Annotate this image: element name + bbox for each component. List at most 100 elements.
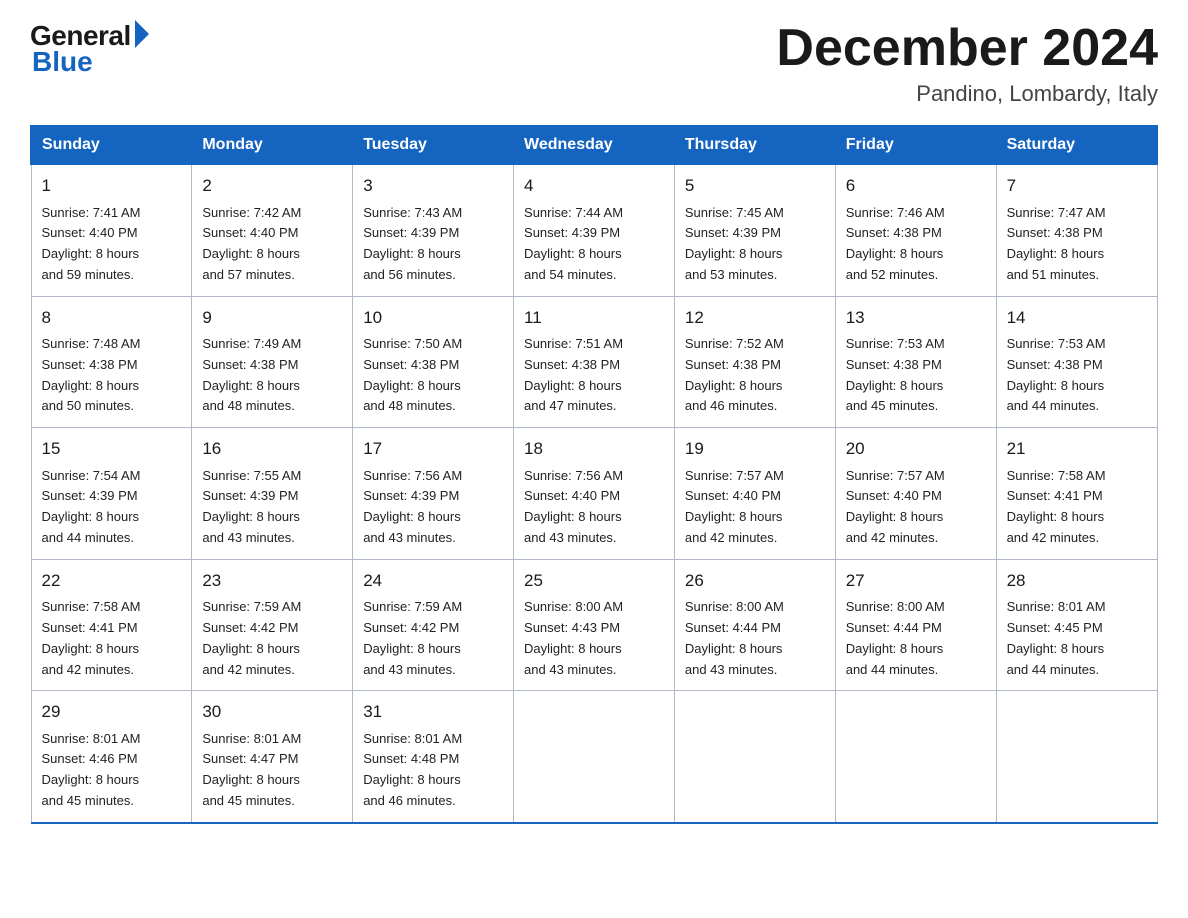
header-cell-monday: Monday [192,126,353,165]
day-number: 9 [202,305,342,331]
day-info: Sunrise: 8:01 AMSunset: 4:48 PMDaylight:… [363,729,503,812]
calendar-cell: 14Sunrise: 7:53 AMSunset: 4:38 PMDayligh… [996,296,1157,428]
calendar-body: 1Sunrise: 7:41 AMSunset: 4:40 PMDaylight… [31,165,1157,823]
week-row-2: 8 Sunrise: 7:48 AMSunset: 4:38 PMDaylight… [31,296,1157,428]
day-number: 24 [363,568,503,594]
month-title: December 2024 [776,20,1158,77]
calendar-cell: 2 Sunrise: 7:42 AMSunset: 4:40 PMDaylight… [192,165,353,297]
calendar-cell: 6 Sunrise: 7:46 AMSunset: 4:38 PMDaylight… [835,165,996,297]
day-info: Sunrise: 7:46 AMSunset: 4:38 PMDaylight:… [846,203,986,286]
calendar-cell: 18 Sunrise: 7:56 AMSunset: 4:40 PMDayligh… [514,428,675,560]
calendar-cell: 12 Sunrise: 7:52 AMSunset: 4:38 PMDayligh… [674,296,835,428]
header-cell-thursday: Thursday [674,126,835,165]
calendar-cell [674,691,835,823]
day-info: Sunrise: 8:00 AMSunset: 4:44 PMDaylight:… [846,597,986,680]
calendar-cell: 19Sunrise: 7:57 AMSunset: 4:40 PMDayligh… [674,428,835,560]
calendar-cell: 30 Sunrise: 8:01 AMSunset: 4:47 PMDayligh… [192,691,353,823]
day-number: 5 [685,173,825,199]
day-info: Sunrise: 7:44 AMSunset: 4:39 PMDaylight:… [524,203,664,286]
day-number: 30 [202,699,342,725]
calendar-cell: 17 Sunrise: 7:56 AMSunset: 4:39 PMDayligh… [353,428,514,560]
day-number: 22 [42,568,182,594]
calendar-cell: 15 Sunrise: 7:54 AMSunset: 4:39 PMDayligh… [31,428,192,560]
day-info: Sunrise: 7:59 AMSunset: 4:42 PMDaylight:… [202,597,342,680]
day-info: Sunrise: 7:48 AMSunset: 4:38 PMDaylight:… [42,334,182,417]
location-title: Pandino, Lombardy, Italy [776,81,1158,107]
day-number: 2 [202,173,342,199]
day-number: 18 [524,436,664,462]
day-info: Sunrise: 7:47 AMSunset: 4:38 PMDaylight:… [1007,203,1147,286]
day-info: Sunrise: 7:51 AMSunset: 4:38 PMDaylight:… [524,334,664,417]
header-cell-wednesday: Wednesday [514,126,675,165]
week-row-1: 1Sunrise: 7:41 AMSunset: 4:40 PMDaylight… [31,165,1157,297]
calendar-cell [514,691,675,823]
day-number: 8 [42,305,182,331]
day-number: 3 [363,173,503,199]
day-info: Sunrise: 7:54 AMSunset: 4:39 PMDaylight:… [42,466,182,549]
day-info: Sunrise: 7:57 AMSunset: 4:40 PMDaylight:… [846,466,986,549]
calendar-cell: 7 Sunrise: 7:47 AMSunset: 4:38 PMDaylight… [996,165,1157,297]
logo-arrow-icon [135,20,149,48]
calendar-cell: 11 Sunrise: 7:51 AMSunset: 4:38 PMDayligh… [514,296,675,428]
calendar-cell: 25 Sunrise: 8:00 AMSunset: 4:43 PMDayligh… [514,559,675,691]
day-info: Sunrise: 7:43 AMSunset: 4:39 PMDaylight:… [363,203,503,286]
calendar-cell [835,691,996,823]
calendar-cell: 22 Sunrise: 7:58 AMSunset: 4:41 PMDayligh… [31,559,192,691]
calendar-cell: 28 Sunrise: 8:01 AMSunset: 4:45 PMDayligh… [996,559,1157,691]
calendar-cell: 13Sunrise: 7:53 AMSunset: 4:38 PMDayligh… [835,296,996,428]
logo-blue-text: Blue [32,46,93,78]
day-number: 29 [42,699,182,725]
day-number: 15 [42,436,182,462]
day-info: Sunrise: 7:49 AMSunset: 4:38 PMDaylight:… [202,334,342,417]
header-cell-friday: Friday [835,126,996,165]
calendar-cell [996,691,1157,823]
day-info: Sunrise: 7:45 AMSunset: 4:39 PMDaylight:… [685,203,825,286]
calendar-table: SundayMondayTuesdayWednesdayThursdayFrid… [30,125,1158,824]
calendar-cell: 29 Sunrise: 8:01 AMSunset: 4:46 PMDayligh… [31,691,192,823]
day-info: Sunrise: 7:42 AMSunset: 4:40 PMDaylight:… [202,203,342,286]
day-info: Sunrise: 7:56 AMSunset: 4:39 PMDaylight:… [363,466,503,549]
day-number: 16 [202,436,342,462]
header-cell-tuesday: Tuesday [353,126,514,165]
day-number: 28 [1007,568,1147,594]
calendar-cell: 8 Sunrise: 7:48 AMSunset: 4:38 PMDaylight… [31,296,192,428]
day-number: 17 [363,436,503,462]
day-number: 14 [1007,305,1147,331]
day-number: 7 [1007,173,1147,199]
day-info: Sunrise: 7:50 AMSunset: 4:38 PMDaylight:… [363,334,503,417]
day-number: 19 [685,436,825,462]
day-info: Sunrise: 7:58 AMSunset: 4:41 PMDaylight:… [1007,466,1147,549]
calendar-cell: 21Sunrise: 7:58 AMSunset: 4:41 PMDayligh… [996,428,1157,560]
day-info: Sunrise: 7:55 AMSunset: 4:39 PMDaylight:… [202,466,342,549]
day-info: Sunrise: 8:00 AMSunset: 4:43 PMDaylight:… [524,597,664,680]
logo: General Blue [30,20,149,78]
day-number: 6 [846,173,986,199]
calendar-cell: 4 Sunrise: 7:44 AMSunset: 4:39 PMDaylight… [514,165,675,297]
day-info: Sunrise: 7:41 AMSunset: 4:40 PMDaylight:… [42,203,182,286]
day-info: Sunrise: 7:56 AMSunset: 4:40 PMDaylight:… [524,466,664,549]
calendar-cell: 26Sunrise: 8:00 AMSunset: 4:44 PMDayligh… [674,559,835,691]
day-number: 27 [846,568,986,594]
calendar-cell: 24 Sunrise: 7:59 AMSunset: 4:42 PMDayligh… [353,559,514,691]
day-number: 25 [524,568,664,594]
page-header: General Blue December 2024 Pandino, Lomb… [30,20,1158,107]
day-info: Sunrise: 7:58 AMSunset: 4:41 PMDaylight:… [42,597,182,680]
day-number: 23 [202,568,342,594]
day-info: Sunrise: 7:59 AMSunset: 4:42 PMDaylight:… [363,597,503,680]
day-number: 12 [685,305,825,331]
day-number: 10 [363,305,503,331]
day-number: 11 [524,305,664,331]
header-cell-sunday: Sunday [31,126,192,165]
day-info: Sunrise: 7:52 AMSunset: 4:38 PMDaylight:… [685,334,825,417]
calendar-cell: 23 Sunrise: 7:59 AMSunset: 4:42 PMDayligh… [192,559,353,691]
week-row-3: 15 Sunrise: 7:54 AMSunset: 4:39 PMDayligh… [31,428,1157,560]
header-cell-saturday: Saturday [996,126,1157,165]
calendar-cell: 1Sunrise: 7:41 AMSunset: 4:40 PMDaylight… [31,165,192,297]
week-row-5: 29 Sunrise: 8:01 AMSunset: 4:46 PMDayligh… [31,691,1157,823]
calendar-header: SundayMondayTuesdayWednesdayThursdayFrid… [31,126,1157,165]
day-number: 4 [524,173,664,199]
day-info: Sunrise: 8:01 AMSunset: 4:46 PMDaylight:… [42,729,182,812]
day-info: Sunrise: 8:01 AMSunset: 4:45 PMDaylight:… [1007,597,1147,680]
day-number: 13 [846,305,986,331]
day-info: Sunrise: 8:01 AMSunset: 4:47 PMDaylight:… [202,729,342,812]
